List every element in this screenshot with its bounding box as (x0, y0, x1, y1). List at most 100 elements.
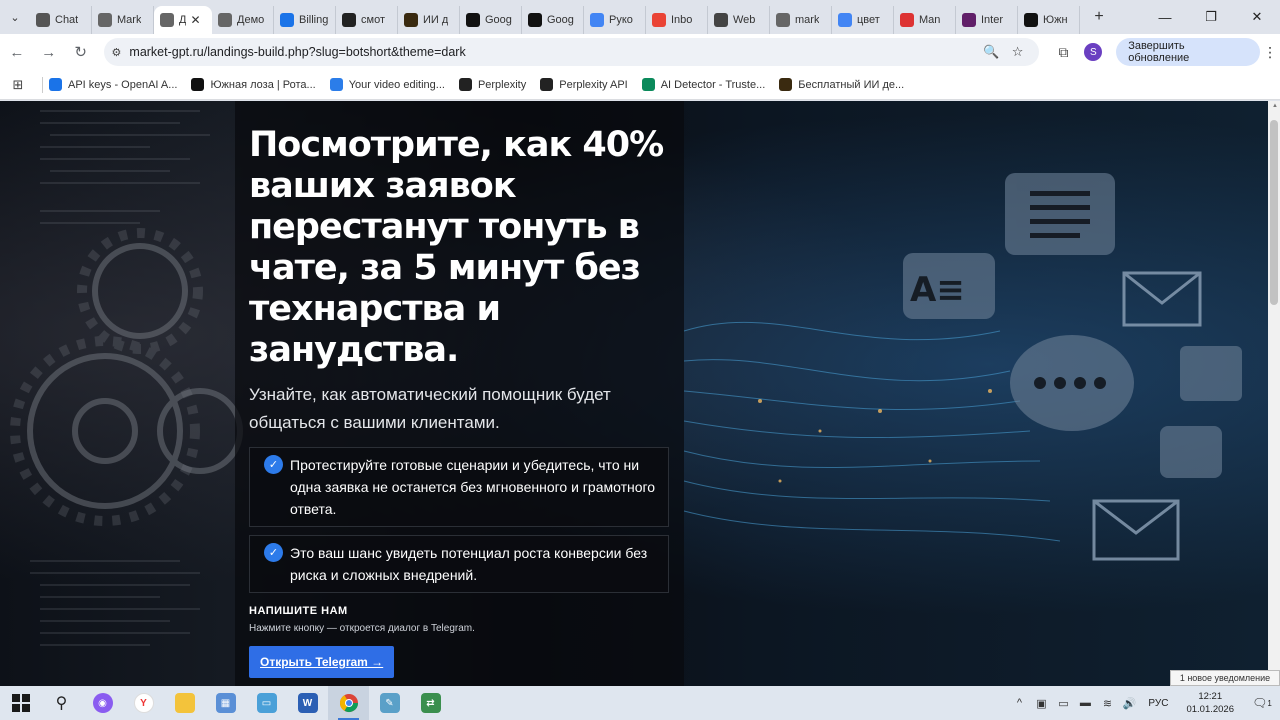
flipboard-icon (900, 13, 914, 27)
search-button[interactable]: ⚲ (41, 686, 82, 720)
bookmark-item[interactable]: Бесплатный ИИ де... (779, 78, 904, 91)
taskbar-alice[interactable]: ◉ (82, 686, 123, 720)
openai-icon (280, 13, 294, 27)
tab-search-dropdown[interactable]: ⌄ (0, 0, 30, 34)
notification-toast[interactable]: 1 новое уведомление (1170, 670, 1280, 686)
perplexity-icon (540, 78, 554, 91)
chevron-up-icon[interactable]: ^ (1008, 697, 1030, 709)
browser-tab[interactable]: Демо (212, 6, 274, 34)
tab-label: Inbo (671, 14, 693, 26)
browser-tab[interactable]: Руко (584, 6, 646, 34)
taskbar-calculator[interactable]: ▦ (205, 686, 246, 720)
tab-label: Goog (485, 14, 512, 26)
close-tab-icon[interactable]: ✕ (190, 13, 200, 27)
browser-tab[interactable]: mark (770, 6, 832, 34)
browser-tab[interactable]: цвет (832, 6, 894, 34)
bookmark-item[interactable]: Perplexity (458, 78, 526, 91)
bookmark-item[interactable]: Your video editing... (329, 78, 445, 91)
network-app-icon: ⇄ (420, 693, 441, 713)
app-tray-icon[interactable]: ▣ (1030, 697, 1052, 710)
tab-strip: ⌄ Chat Mark Д ✕ Демо Billing смот ИИ д Goog Goog Р… (0, 0, 1280, 34)
taskbar-notes[interactable]: ✎ (369, 686, 410, 720)
tab-label: Chat (55, 14, 79, 26)
browser-tab[interactable]: Goog (522, 6, 584, 34)
zoom-icon[interactable]: 🔍 (979, 44, 1005, 60)
profile-avatar[interactable]: S (1078, 37, 1108, 67)
scrollbar-thumb[interactable] (1270, 120, 1278, 305)
site-info-icon[interactable]: ⚙ (112, 46, 122, 59)
clock[interactable]: 12:21 01.01.2026 (1186, 690, 1234, 716)
check-icon: ✓ (264, 455, 283, 474)
battery-icon[interactable]: ▬ (1074, 697, 1096, 709)
display-icon[interactable]: ▭ (1052, 697, 1074, 710)
browser-tab[interactable]: смот (336, 6, 398, 34)
taskbar-file-explorer[interactable] (164, 686, 205, 720)
ai-detector-icon (404, 13, 418, 27)
maximize-button[interactable]: ❐ (1188, 0, 1234, 34)
volume-icon[interactable]: 🔊 (1118, 697, 1140, 710)
tab-label: Южн (1043, 14, 1068, 26)
tab-label: Демо (237, 14, 265, 26)
browser-tab[interactable]: Южн (1018, 6, 1080, 34)
browser-tab[interactable]: Man (894, 6, 956, 34)
bookmark-star-icon[interactable]: ☆ (1005, 44, 1031, 60)
language-indicator[interactable]: РУС (1148, 698, 1168, 709)
bookmark-item[interactable]: Perplexity API (540, 78, 628, 91)
alice-icon: ◉ (92, 693, 113, 713)
globe-icon (218, 13, 232, 27)
new-tab-button[interactable]: + (1086, 4, 1112, 30)
browser-tab[interactable]: ИИ д (398, 6, 460, 34)
minimize-button[interactable]: — (1142, 0, 1188, 34)
chatgpt-icon (36, 13, 50, 27)
bookmark-label: Южная лоза | Рота... (210, 78, 316, 91)
bookmark-item[interactable]: Южная лоза | Рота... (191, 78, 316, 91)
browser-tab[interactable]: Inbo (646, 6, 708, 34)
clock-date: 01.01.2026 (1186, 704, 1234, 715)
taskbar-yandex-browser[interactable]: Y (123, 686, 164, 720)
hero-card: Посмотрите, как 40% ваших заявок переста… (235, 101, 684, 686)
browser-tab[interactable]: Mark (92, 6, 154, 34)
bookmarks-bar: ⊞ API keys - OpenAI A... Южная лоза | Рот… (0, 70, 1280, 100)
update-button[interactable]: Завершить обновление (1116, 38, 1261, 66)
globe-icon (98, 13, 112, 27)
address-bar[interactable]: ⚙ market-gpt.ru/landings-build.php?slug=… (103, 38, 1039, 66)
web-icon (714, 13, 728, 27)
google-icon (590, 13, 604, 27)
url-text[interactable]: market-gpt.ru/landings-build.php?slug=bo… (129, 45, 978, 59)
scroll-up-arrow[interactable]: ▲ (1272, 103, 1278, 109)
start-button[interactable] (0, 686, 41, 720)
browser-tab[interactable]: Д ✕ (154, 6, 212, 34)
cross-icon (191, 78, 205, 91)
tab-label: Mark (117, 14, 142, 26)
browser-tab[interactable]: Inter (956, 6, 1018, 34)
bookmark-label: AI Detector - Truste... (660, 78, 766, 91)
menu-icon[interactable]: ⋮ (1260, 44, 1280, 61)
browser-tab[interactable]: Web (708, 6, 770, 34)
perplexity-icon (458, 78, 472, 91)
action-center-button[interactable]: 🗨 1 (1244, 686, 1280, 720)
contact-heading: НАПИШИТЕ НАМ (249, 605, 348, 617)
notification-count: 1 (1267, 698, 1272, 708)
browser-tab[interactable]: Chat (30, 6, 92, 34)
tab-label: Man (919, 14, 941, 26)
close-window-button[interactable]: ✕ (1234, 0, 1280, 34)
bookmark-item[interactable]: AI Detector - Truste... (641, 78, 766, 91)
screen-icon (528, 13, 542, 27)
hero-subtitle: Узнайте, как автоматический помощник буд… (249, 385, 611, 432)
reload-button[interactable]: ↻ (66, 37, 96, 67)
taskbar-remote-desktop[interactable]: ▭ (246, 686, 287, 720)
back-button[interactable]: ← (2, 37, 32, 67)
forward-button[interactable]: → (34, 37, 64, 67)
extensions-icon[interactable]: ⧉ (1049, 37, 1079, 67)
browser-tab[interactable]: Goog (460, 6, 522, 34)
wifi-icon[interactable]: ≋ (1096, 697, 1118, 710)
open-telegram-button[interactable]: Открыть Telegram → (249, 646, 395, 678)
apps-grid-icon[interactable]: ⊞ (0, 77, 36, 93)
page-viewport: A≡ Посмотрите, как 40% ваших заявок пере… (0, 101, 1268, 686)
taskbar-chrome[interactable] (328, 686, 369, 720)
taskbar-word[interactable]: W (287, 686, 328, 720)
bookmark-item[interactable]: API keys - OpenAI A... (49, 78, 177, 91)
taskbar-network-app[interactable]: ⇄ (410, 686, 451, 720)
browser-tab[interactable]: Billing (274, 6, 336, 34)
tab-label: цвет (857, 14, 880, 26)
